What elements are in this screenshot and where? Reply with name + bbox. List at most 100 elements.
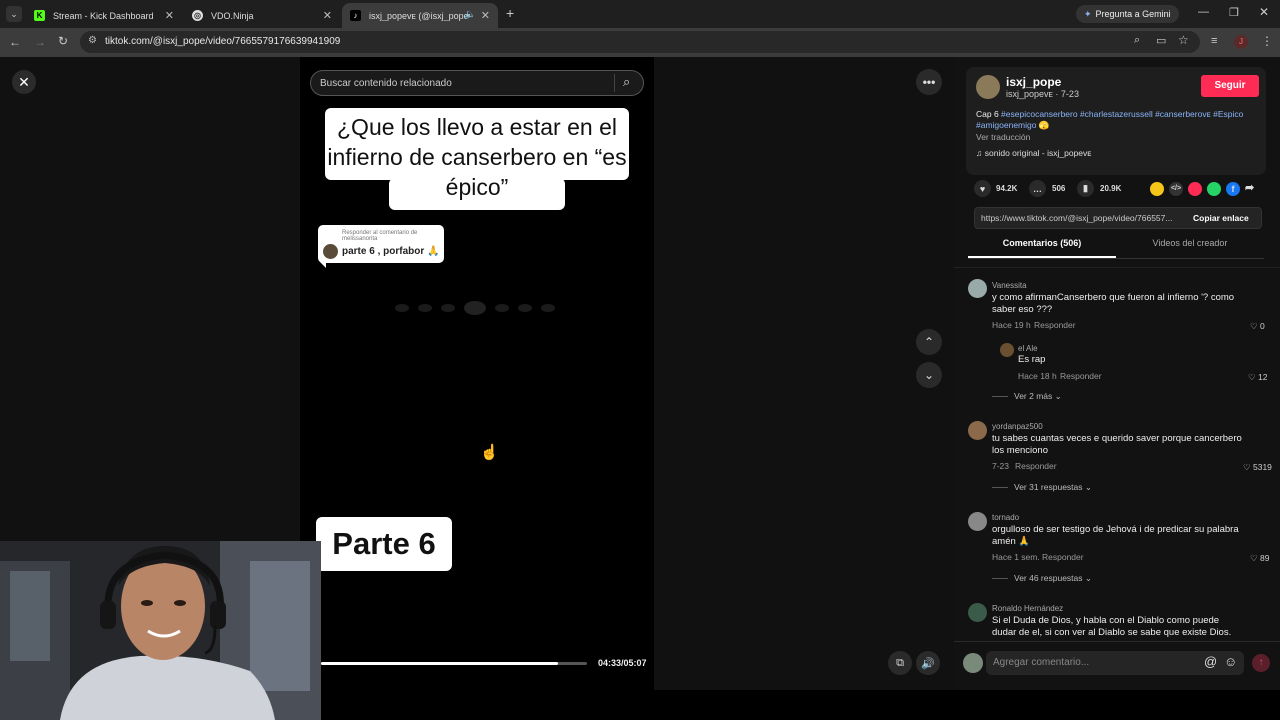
reply-avatar <box>323 244 338 259</box>
comment-user[interactable]: Vanessita <box>992 281 1027 290</box>
close-tab-icon[interactable]: ✕ <box>165 9 174 22</box>
comment-like[interactable]: ♡ 5319 <box>1243 462 1272 473</box>
mention-icon[interactable]: @ <box>1204 654 1217 669</box>
avatar[interactable] <box>968 279 987 298</box>
bookmark-star-icon[interactable]: ☆ <box>1178 33 1189 47</box>
view-more-replies[interactable]: Ver 46 respuestas ⌄ <box>992 573 1092 584</box>
avatar[interactable] <box>968 421 987 440</box>
tab-creator-videos[interactable]: Videos del creador <box>1116 238 1264 248</box>
share-link[interactable]: https://www.tiktok.com/@isxj_pope/video/… <box>981 213 1181 223</box>
view-more-label: Ver 46 respuestas <box>1014 573 1083 583</box>
tab-tiktok[interactable]: ♪ isxj_popeᴠᴇ (@isxj_pope) | T 🔈 ✕ <box>342 3 498 28</box>
composer-divider <box>954 641 1280 642</box>
view-more-label: Ver 31 respuestas <box>1014 482 1083 492</box>
forward-icon[interactable]: → <box>34 35 46 49</box>
stats-row: ♥ 94.2K … 506 ▮ 20.9K </> f ➦ <box>974 180 1274 200</box>
author-handle-date: isxj_popeᴠᴇ · 7-23 <box>1006 89 1079 99</box>
media-control-icon[interactable]: ≡ <box>1211 35 1217 47</box>
sound-name: sonido original - isxj_popeᴠᴇ <box>984 148 1092 158</box>
maximize-icon[interactable]: ❐ <box>1229 6 1239 19</box>
facebook-icon[interactable]: f <box>1226 182 1240 196</box>
tab-vdo-ninja[interactable]: ◎ VDO.Ninja ✕ <box>184 3 340 28</box>
author-name[interactable]: isxj_pope <box>1006 75 1061 89</box>
avatar[interactable] <box>968 603 987 622</box>
repost-icon[interactable] <box>1150 182 1164 196</box>
reply-sticker-tail <box>320 262 326 268</box>
tab-title: isxj_popeᴠᴇ (@isxj_pope) | T <box>369 10 469 21</box>
comment-input[interactable]: Agregar comentario... @ ☺ <box>986 651 1244 675</box>
url-text[interactable]: tiktok.com/@isxj_pope/video/766557917663… <box>105 36 340 47</box>
comment-like[interactable]: ♡ 0 <box>1250 321 1265 332</box>
hashtags[interactable]: #esepicocanserbero #charlestazerussell #… <box>976 109 1243 130</box>
comment-user[interactable]: yordanpaz500 <box>992 422 1043 431</box>
chrome-menu-icon[interactable]: ⋮ <box>1261 34 1273 48</box>
view-more-label: Ver 2 más <box>1014 391 1053 401</box>
save-count: 20.9K <box>1100 184 1122 193</box>
pip-icon[interactable]: ⧉ <box>888 651 912 675</box>
site-info-icon[interactable]: ⚙ <box>88 35 97 46</box>
embed-icon[interactable]: </> <box>1169 182 1183 196</box>
tab-comments[interactable]: Comentarios (506) <box>968 238 1116 248</box>
reply-button[interactable]: Responder <box>1034 320 1076 330</box>
avatar[interactable] <box>1000 343 1014 357</box>
send-icon[interactable] <box>1188 182 1202 196</box>
search-icon[interactable]: ⌕ <box>623 74 630 90</box>
comment-user[interactable]: tornado <box>992 513 1019 522</box>
previous-video-icon[interactable]: ⌃ <box>916 329 942 355</box>
close-tab-icon[interactable]: ✕ <box>481 9 490 22</box>
progress-track[interactable] <box>321 662 587 665</box>
omnibox[interactable]: ⚙ tiktok.com/@isxj_pope/video/7665579176… <box>80 31 1200 53</box>
comment-user[interactable]: Ronaldo Hernández <box>992 604 1063 613</box>
close-icon[interactable]: ✕ <box>12 70 36 94</box>
comment-like[interactable]: ♡ 12 <box>1248 372 1267 383</box>
author-avatar[interactable] <box>976 75 1000 99</box>
whatsapp-icon[interactable] <box>1207 182 1221 196</box>
tab-kick[interactable]: K Stream - Kick Dashboard ✕ <box>26 3 182 28</box>
translate-link[interactable]: Ver traducción <box>976 132 1030 142</box>
speaker-icon[interactable]: 🔈 <box>465 9 476 20</box>
cast-icon[interactable]: ▭ <box>1156 34 1166 47</box>
comment-user[interactable]: el Ale <box>1018 344 1038 353</box>
search-input[interactable]: Buscar contenido relacionado <box>320 78 452 89</box>
comment-placeholder: Agregar comentario... <box>993 657 1090 668</box>
comment-time: 7-23 <box>992 461 1010 471</box>
copy-link-button[interactable]: Copiar enlace <box>1193 213 1249 223</box>
window-close-icon[interactable]: ✕ <box>1259 5 1269 19</box>
follow-button[interactable]: Seguir <box>1201 75 1259 97</box>
related-search-box[interactable]: Buscar contenido relacionado ⌕ <box>310 70 644 96</box>
avatar[interactable] <box>968 512 987 531</box>
more-icon[interactable]: ••• <box>916 69 942 95</box>
reload-icon[interactable]: ↻ <box>58 34 68 48</box>
next-video-icon[interactable]: ⌄ <box>916 362 942 388</box>
post-comment-button[interactable]: ↑ <box>1252 654 1270 672</box>
volume-icon[interactable]: 🔊 <box>916 651 940 675</box>
emoji-icon[interactable]: ☺ <box>1224 654 1237 669</box>
tab-search-icon[interactable]: ⌄ <box>6 6 22 22</box>
like-count: 12 <box>1258 372 1268 382</box>
comment-icon[interactable]: … <box>1029 180 1046 197</box>
comment-like[interactable]: ♡ 89 <box>1250 553 1269 564</box>
view-more-replies[interactable]: Ver 2 más ⌄ <box>992 391 1062 402</box>
share-link-box: https://www.tiktok.com/@isxj_pope/video/… <box>974 207 1262 229</box>
profile-avatar[interactable]: J <box>1234 35 1248 49</box>
like-icon[interactable]: ♥ <box>974 180 991 197</box>
reply-button[interactable]: Responder <box>1060 371 1102 381</box>
reply-button[interactable]: Responder <box>1042 552 1084 562</box>
sound-row[interactable]: ♫ sonido original - isxj_popeᴠᴇ <box>976 148 1091 158</box>
video-player[interactable]: Buscar contenido relacionado ⌕ ¿Que los … <box>300 57 654 690</box>
chevron-down-icon: ⌄ <box>1054 391 1062 401</box>
comment-time: Hace 1 sem. <box>992 552 1040 562</box>
close-tab-icon[interactable]: ✕ <box>323 9 332 22</box>
description-prefix: Cap 6 <box>976 109 1002 119</box>
reply-button[interactable]: Responder <box>1015 461 1057 471</box>
gemini-button[interactable]: ✦ Pregunta a Gemini <box>1076 5 1179 23</box>
share-icon[interactable]: ➦ <box>1245 181 1254 194</box>
minimize-icon[interactable]: — <box>1198 6 1209 18</box>
view-more-replies[interactable]: Ver 31 respuestas ⌄ <box>992 482 1092 493</box>
vdo-ninja-icon: ◎ <box>192 10 203 21</box>
new-tab-button[interactable]: + <box>506 5 514 21</box>
like-count: 0 <box>1260 321 1265 331</box>
zoom-icon[interactable]: ⌕ <box>1134 34 1140 47</box>
save-icon[interactable]: ▮ <box>1077 180 1094 197</box>
back-icon[interactable]: ← <box>9 35 21 49</box>
